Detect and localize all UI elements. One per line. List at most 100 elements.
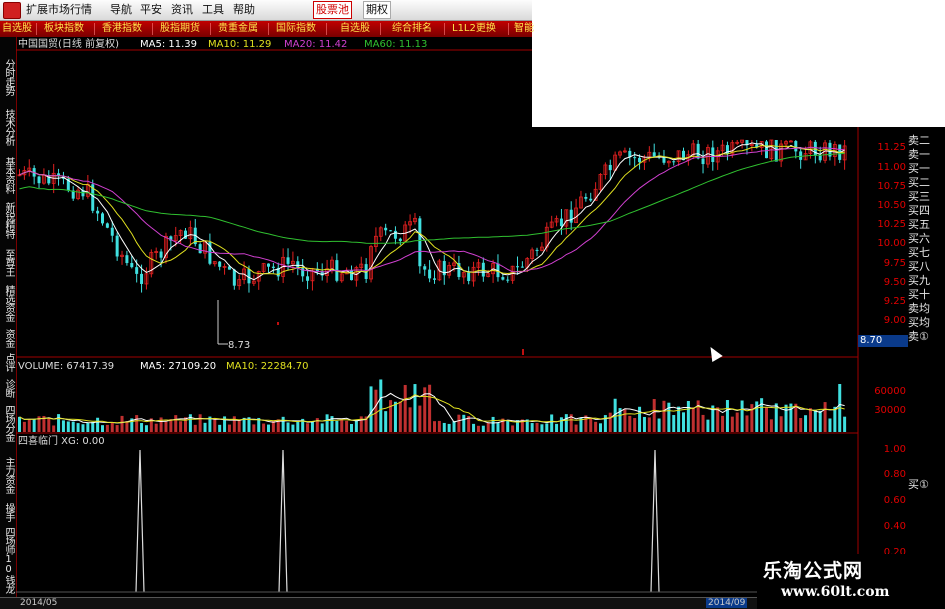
volume-bar bbox=[662, 400, 666, 432]
candle-body bbox=[271, 266, 275, 268]
indicator-axis-tick: 1.00 bbox=[883, 444, 906, 455]
volume-bar bbox=[66, 421, 70, 432]
volume-bar bbox=[193, 424, 197, 432]
volume-bar bbox=[154, 423, 158, 432]
volume-bar bbox=[86, 422, 90, 432]
candle-body bbox=[105, 223, 109, 228]
candle-body bbox=[393, 230, 397, 239]
indicator-axis-tick: 0.80 bbox=[883, 469, 906, 480]
price-axis-tick: 11.00 bbox=[877, 162, 906, 173]
candle-body bbox=[159, 251, 163, 258]
order-book-label[interactable]: 卖均 bbox=[908, 303, 930, 315]
volume-bar bbox=[306, 423, 310, 432]
indicator-axis-tick: 0.60 bbox=[883, 495, 906, 506]
order-book-label[interactable]: 卖二 bbox=[908, 135, 930, 147]
volume-bar bbox=[828, 418, 832, 432]
candle-body bbox=[198, 244, 202, 254]
volume-bar bbox=[291, 424, 295, 432]
candle-body bbox=[584, 196, 588, 199]
volume-bar bbox=[144, 425, 148, 432]
candle-body bbox=[37, 176, 41, 184]
volume-bar bbox=[540, 424, 544, 432]
ma5-label: MA5: 11.39 bbox=[140, 39, 198, 50]
candle-body bbox=[799, 151, 803, 160]
volume-bar bbox=[760, 398, 764, 432]
volume-bar bbox=[808, 408, 812, 432]
signal-marker bbox=[277, 322, 279, 325]
volume-bar bbox=[408, 407, 412, 432]
candle-body bbox=[535, 249, 539, 251]
volume-bar bbox=[599, 423, 602, 432]
candle-body bbox=[818, 155, 822, 161]
volume-bar bbox=[174, 415, 178, 432]
kline-chart[interactable] bbox=[0, 0, 945, 609]
volume-label: VOLUME: 67417.39 bbox=[18, 361, 115, 372]
volume-bar bbox=[657, 418, 661, 432]
order-book-label[interactable]: 买三 bbox=[908, 191, 930, 203]
ma5-line bbox=[19, 142, 845, 281]
candle-body bbox=[101, 213, 104, 224]
candle-body bbox=[520, 266, 524, 268]
candle-body bbox=[96, 210, 100, 214]
volume-bar bbox=[262, 423, 266, 432]
volume-bar bbox=[403, 384, 407, 432]
volume-bar bbox=[340, 419, 344, 432]
volume-bar bbox=[71, 421, 75, 432]
volume-bar bbox=[452, 421, 456, 432]
volume-bar bbox=[52, 425, 56, 432]
volume-bar bbox=[91, 421, 95, 432]
volume-bar bbox=[354, 419, 358, 432]
order-book-label[interactable]: 卖① bbox=[908, 331, 929, 343]
volume-bar bbox=[476, 425, 480, 432]
volume-bar bbox=[804, 415, 808, 432]
order-book-label[interactable]: 买均 bbox=[908, 317, 930, 329]
low-price-marker: 8.73 bbox=[228, 340, 251, 351]
volume-bar bbox=[393, 401, 397, 432]
order-book-label[interactable]: 买八 bbox=[908, 261, 930, 273]
volume-bar bbox=[721, 415, 725, 432]
volume-bar bbox=[730, 416, 734, 432]
volume-bar bbox=[638, 406, 642, 432]
date-axis-left: 2014/05 bbox=[20, 598, 58, 608]
volume-bar bbox=[750, 404, 754, 432]
volume-bar bbox=[833, 406, 837, 432]
volume-bar bbox=[428, 384, 432, 432]
order-book-label[interactable]: 买十 bbox=[908, 289, 930, 301]
volume-bar bbox=[740, 400, 744, 432]
volume-bar bbox=[32, 419, 36, 432]
order-book-label[interactable]: 买① bbox=[908, 479, 929, 491]
order-book-label[interactable]: 卖一 bbox=[908, 149, 930, 161]
indicator-spike bbox=[650, 449, 660, 593]
order-book-label[interactable]: 买七 bbox=[908, 247, 930, 259]
order-book-label[interactable]: 买一 bbox=[908, 163, 930, 175]
volume-bar bbox=[589, 417, 593, 432]
volume-bar bbox=[623, 409, 627, 432]
order-book-label[interactable]: 买九 bbox=[908, 275, 930, 287]
volume-bar bbox=[765, 407, 768, 432]
volume-bar bbox=[359, 416, 363, 432]
candle-body bbox=[672, 161, 676, 163]
candle-body bbox=[481, 262, 485, 277]
volume-bar bbox=[818, 410, 822, 432]
volume-bar bbox=[125, 421, 129, 432]
candle-body bbox=[423, 266, 427, 270]
volume-bar bbox=[555, 423, 559, 432]
volume-bar bbox=[203, 422, 207, 432]
order-book-label[interactable]: 买五 bbox=[908, 219, 930, 231]
volume-bar bbox=[633, 418, 637, 432]
candle-body bbox=[608, 164, 612, 171]
order-book-label[interactable]: 买二 bbox=[908, 177, 930, 189]
volume-bar bbox=[442, 422, 446, 432]
volume-bar bbox=[682, 412, 685, 432]
volume-bar bbox=[564, 414, 568, 432]
order-book-label[interactable]: 买六 bbox=[908, 233, 930, 245]
volume-bar bbox=[169, 419, 173, 432]
order-book-label[interactable]: 买四 bbox=[908, 205, 930, 217]
ma10-label: MA10: 11.29 bbox=[208, 39, 272, 50]
volume-bar bbox=[140, 423, 144, 432]
volume-bar bbox=[101, 425, 104, 432]
volume-bar bbox=[22, 421, 26, 432]
candle-body bbox=[638, 157, 642, 163]
volume-axis-tick: 30000 bbox=[874, 405, 906, 416]
candle-body bbox=[218, 261, 222, 267]
